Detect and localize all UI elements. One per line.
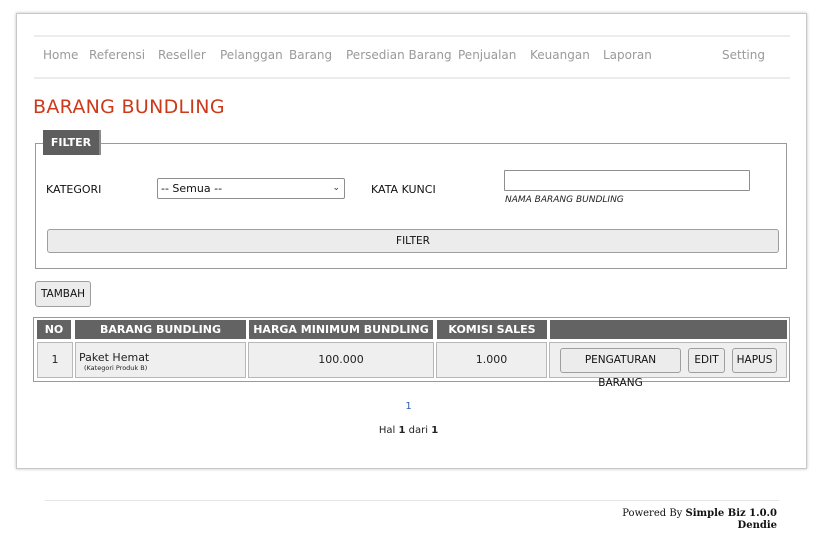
nav-pelanggan[interactable]: Pelanggan — [220, 48, 283, 62]
page-title: BARANG BUNDLING — [33, 96, 225, 118]
chevron-down-icon: ⌄ — [332, 183, 340, 193]
cell-harga: 100.000 — [248, 342, 434, 378]
tambah-button[interactable]: TAMBAH — [35, 281, 91, 307]
header-barang-bundling: BARANG BUNDLING — [75, 320, 246, 339]
nav-referensi[interactable]: Referensi — [89, 48, 145, 62]
nav-keuangan[interactable]: Keuangan — [530, 48, 590, 62]
pagination-link-1[interactable]: 1 — [0, 401, 817, 412]
header-komisi-sales: KOMISI SALES — [437, 320, 547, 339]
header-no: NO — [37, 320, 71, 339]
nav-laporan[interactable]: Laporan — [603, 48, 652, 62]
header-actions — [550, 320, 787, 339]
pengaturan-barang-button[interactable]: PENGATURAN BARANG — [560, 348, 681, 389]
hapus-button[interactable]: HAPUS — [732, 348, 777, 373]
filter-button[interactable]: FILTER — [47, 229, 779, 253]
footer-author: Dendie — [737, 520, 777, 531]
footer-powered: Powered By Simple Biz 1.0.0 — [622, 508, 777, 519]
nav-setting[interactable]: Setting — [722, 48, 765, 62]
nav-barang[interactable]: Barang — [289, 48, 332, 62]
bundling-name: Paket Hemat — [79, 351, 150, 364]
cell-barang: Paket Hemat (Kategori Produk B) — [75, 342, 246, 378]
total-page-number: 1 — [431, 425, 439, 436]
kategori-label: KATEGORI — [46, 183, 102, 196]
kata-kunci-input[interactable] — [504, 170, 750, 191]
nav-home[interactable]: Home — [43, 48, 78, 62]
footer-divider — [45, 500, 779, 501]
product-name: Simple Biz 1.0.0 — [685, 508, 777, 519]
cell-komisi: 1.000 — [436, 342, 547, 378]
powered-prefix: Powered By — [622, 508, 683, 519]
pagination-summary: Hal 1 dari 1 — [0, 425, 817, 436]
kata-kunci-hint: NAMA BARANG BUNDLING — [505, 195, 624, 205]
kategori-selected-value: -- Semua -- — [161, 182, 223, 195]
filter-legend: FILTER — [43, 130, 101, 155]
dari-label: dari — [408, 425, 428, 436]
pagination-link-label[interactable]: 1 — [405, 401, 411, 412]
hal-label: Hal — [378, 425, 396, 436]
cell-no: 1 — [37, 342, 73, 378]
nav-penjualan[interactable]: Penjualan — [458, 48, 516, 62]
top-nav: Home Referensi Reseller Pelanggan Barang… — [34, 35, 790, 79]
bundling-category: (Kategori Produk B) — [84, 364, 148, 372]
nav-reseller[interactable]: Reseller — [158, 48, 206, 62]
kategori-select[interactable]: -- Semua -- ⌄ — [157, 178, 345, 199]
kata-kunci-label: KATA KUNCI — [371, 183, 436, 196]
current-page-number: 1 — [398, 425, 406, 436]
nav-persedian-barang[interactable]: Persedian Barang — [346, 48, 452, 62]
header-harga-minimum: HARGA MINIMUM BUNDLING — [249, 320, 433, 339]
edit-button[interactable]: EDIT — [688, 348, 725, 373]
